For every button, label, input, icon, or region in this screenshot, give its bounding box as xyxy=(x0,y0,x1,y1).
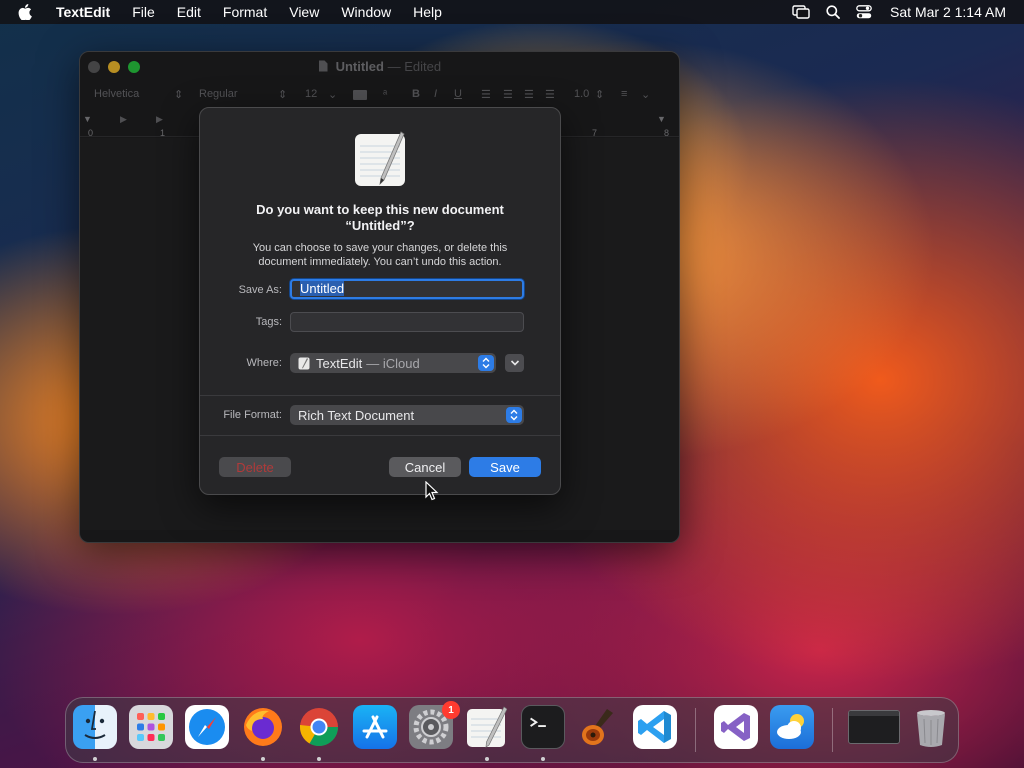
textedit-app-icon xyxy=(354,130,406,188)
italic-icon[interactable]: I xyxy=(434,88,437,100)
chevron-updown-icon: ⇕ xyxy=(278,89,288,101)
safari-icon[interactable] xyxy=(185,705,229,749)
chevron-down-icon: ⌄ xyxy=(328,89,338,101)
tags-field[interactable] xyxy=(290,312,524,332)
dialog-divider xyxy=(200,435,560,436)
running-indicator xyxy=(485,757,489,761)
where-popup[interactable]: TextEdit — iCloud xyxy=(290,353,496,373)
cancel-button[interactable]: Cancel xyxy=(389,457,461,477)
dialog-title-line: Do you want to keep this new document xyxy=(256,202,504,217)
running-indicator xyxy=(317,757,321,761)
chrome-icon[interactable] xyxy=(297,705,341,749)
save-as-value: Untitled xyxy=(300,281,345,296)
save-dialog-sheet: Do you want to keep this new document “U… xyxy=(199,107,561,495)
chevron-down-icon xyxy=(510,360,519,366)
spotlight-search-icon[interactable] xyxy=(826,5,840,19)
chevron-updown-icon: ⇕ xyxy=(174,89,184,101)
dialog-title-line: “Untitled”? xyxy=(345,218,415,233)
ruler-tick-label: 8 xyxy=(664,128,670,138)
document-proxy-icon[interactable] xyxy=(318,59,336,74)
app-store-icon[interactable] xyxy=(353,705,397,749)
file-format-value: Rich Text Document xyxy=(298,407,415,423)
delete-button[interactable]: Delete xyxy=(219,457,291,477)
ruler-tick-label: 1 xyxy=(160,128,166,138)
dock-separator xyxy=(832,708,833,752)
save-as-label: Save As: xyxy=(238,284,282,296)
align-right-icon[interactable]: ☰ xyxy=(524,88,534,101)
vscode-icon[interactable] xyxy=(633,705,677,749)
where-app-name: TextEdit xyxy=(316,355,363,371)
dialog-divider xyxy=(200,395,560,396)
apple-menu-icon[interactable] xyxy=(18,4,36,20)
chevron-updown-icon: ⇕ xyxy=(595,89,605,101)
dock: 1 xyxy=(65,697,959,763)
where-label: Where: xyxy=(246,357,282,369)
window-title-text: Untitled xyxy=(335,59,384,74)
control-center-icon[interactable] xyxy=(856,5,872,19)
garageband-icon[interactable] xyxy=(577,705,621,749)
ruler-tick-label: 0 xyxy=(88,128,94,138)
finder-icon[interactable] xyxy=(73,705,117,749)
line-spacing-popup[interactable]: 1.0 xyxy=(574,88,589,100)
menu-view[interactable]: View xyxy=(289,4,319,20)
mouse-pointer-icon xyxy=(425,480,439,501)
font-family-popup[interactable]: Helvetica xyxy=(94,88,139,100)
save-button[interactable]: Save xyxy=(469,457,541,477)
font-size-field[interactable]: 12 xyxy=(305,88,317,100)
ruler-tick-label: 7 xyxy=(592,128,598,138)
font-style-popup[interactable]: Regular xyxy=(199,88,238,100)
minimized-window-preview[interactable] xyxy=(848,710,900,744)
menu-format[interactable]: Format xyxy=(223,4,267,20)
chevron-updown-icon xyxy=(478,355,494,371)
window-title-edited: — Edited xyxy=(387,59,442,74)
running-indicator xyxy=(261,757,265,761)
running-indicator xyxy=(93,757,97,761)
terminal-icon[interactable] xyxy=(521,705,565,749)
underline-icon[interactable]: U xyxy=(454,88,462,100)
dialog-title: Do you want to keep this new document “U… xyxy=(220,202,540,234)
save-as-field[interactable]: Untitled xyxy=(290,279,524,299)
textedit-icon[interactable] xyxy=(465,705,509,749)
menu-help[interactable]: Help xyxy=(413,4,442,20)
dialog-message: You can choose to save your changes, or … xyxy=(252,242,508,268)
running-indicator xyxy=(541,757,545,761)
menu-bar: TextEdit File Edit Format View Window He… xyxy=(0,0,1024,24)
tags-label: Tags: xyxy=(255,316,282,328)
file-format-popup[interactable]: Rich Text Document xyxy=(290,405,524,425)
expand-browser-button[interactable] xyxy=(505,354,524,372)
list-bullets-icon[interactable]: ≡ xyxy=(621,88,627,100)
menu-app-name[interactable]: TextEdit xyxy=(56,4,110,20)
chevron-updown-icon xyxy=(506,407,522,423)
where-location: — iCloud xyxy=(366,355,420,371)
tab-stop-icon[interactable]: ▶ xyxy=(120,114,127,125)
launchpad-icon[interactable] xyxy=(129,705,173,749)
align-left-icon[interactable]: ☰ xyxy=(481,88,491,101)
file-format-label: File Format: xyxy=(223,409,282,421)
chevron-down-icon: ⌄ xyxy=(641,89,651,101)
visual-studio-icon[interactable] xyxy=(714,705,758,749)
menu-file[interactable]: File xyxy=(132,4,155,20)
align-justify-icon[interactable]: ☰ xyxy=(545,88,555,101)
left-indent-marker-icon[interactable]: ▼ xyxy=(83,114,92,124)
align-center-icon[interactable]: ☰ xyxy=(503,88,513,101)
menu-window[interactable]: Window xyxy=(341,4,391,20)
menu-edit[interactable]: Edit xyxy=(177,4,201,20)
weather-icon[interactable] xyxy=(770,705,814,749)
trash-icon[interactable] xyxy=(909,705,953,749)
dock-separator xyxy=(695,708,696,752)
settings-notification-badge: 1 xyxy=(442,701,460,719)
tab-stop-icon[interactable]: ▶ xyxy=(156,114,163,125)
screen-mirroring-icon[interactable] xyxy=(792,5,810,19)
window-title: Untitled — Edited xyxy=(80,59,679,74)
textedit-folder-icon xyxy=(298,357,310,370)
firefox-icon[interactable] xyxy=(241,705,285,749)
window-titlebar[interactable]: Untitled — Edited xyxy=(80,52,679,84)
text-color-swatch[interactable] xyxy=(353,90,367,100)
highlight-icon[interactable]: ᵃ xyxy=(383,88,387,100)
bold-icon[interactable]: B xyxy=(412,88,420,100)
menu-bar-clock[interactable]: Sat Mar 2 1:14 AM xyxy=(890,4,1006,20)
right-indent-marker-icon[interactable]: ▼ xyxy=(657,114,666,124)
